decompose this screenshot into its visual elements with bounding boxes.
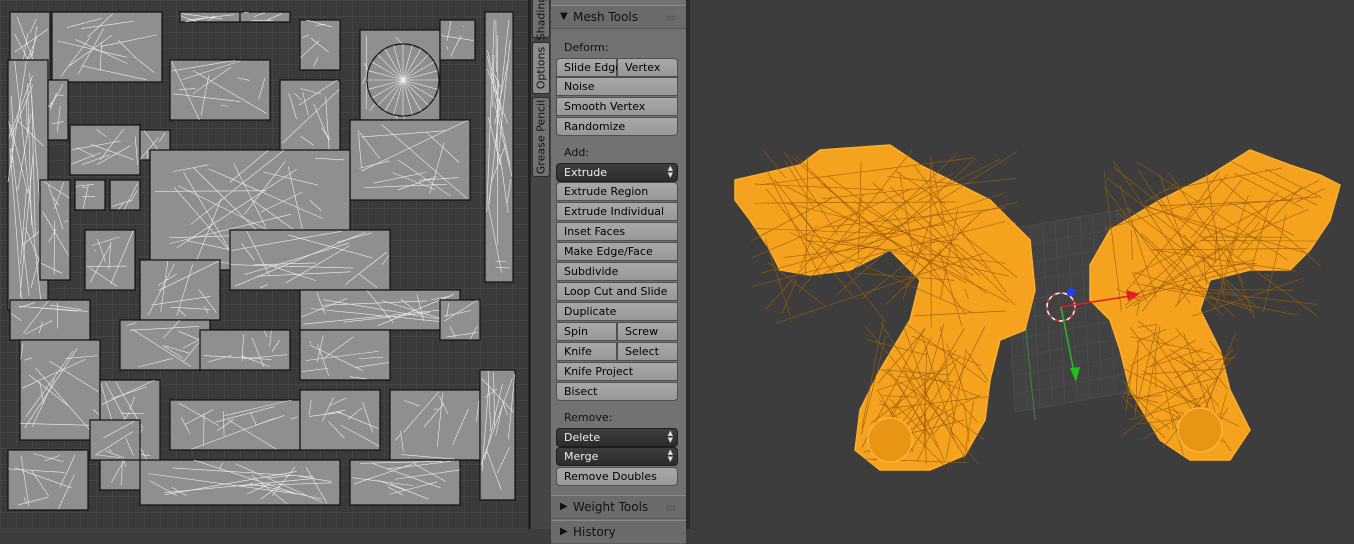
triangle-right-icon: ▶ — [560, 526, 568, 537]
history-title: History — [573, 525, 616, 539]
vertex-slide-button[interactable]: Vertex — [617, 58, 678, 77]
tool-tab-strip: Shading Options Grease Pencil — [531, 0, 552, 529]
tab-grease-pencil[interactable]: Grease Pencil — [532, 97, 550, 177]
tab-grease-pencil-label: Grease Pencil — [535, 100, 548, 174]
mesh-tools-header[interactable]: ▼ Mesh Tools — [551, 5, 686, 29]
uv-island-layout[interactable] — [0, 0, 528, 529]
remove-doubles-button[interactable]: Remove Doubles — [556, 467, 678, 486]
extrude-dropdown-value: Extrude — [564, 166, 607, 179]
screw-button[interactable]: Screw — [617, 322, 678, 341]
loop-cut-and-slide-button[interactable]: Loop Cut and Slide — [556, 282, 678, 301]
merge-dropdown-value: Merge — [564, 450, 598, 463]
triangle-right-icon: ▶ — [560, 501, 568, 512]
randomize-button[interactable]: Randomize — [556, 117, 678, 136]
smooth-vertex-button[interactable]: Smooth Vertex — [556, 97, 678, 116]
knife-project-button[interactable]: Knife Project — [556, 362, 678, 381]
remove-label: Remove: — [564, 411, 612, 424]
updown-arrows-icon: ▲▼ — [668, 165, 673, 179]
grip-icon[interactable] — [666, 15, 676, 21]
history-header[interactable]: ▶ History — [551, 520, 686, 544]
extrude-dropdown[interactable]: Extrude ▲▼ — [556, 163, 678, 182]
add-label: Add: — [564, 146, 589, 159]
updown-arrows-icon: ▲▼ — [668, 430, 673, 444]
duplicate-button[interactable]: Duplicate — [556, 302, 678, 321]
3d-viewport[interactable] — [690, 0, 1354, 529]
extrude-region-button[interactable]: Extrude Region — [556, 182, 678, 201]
grip-icon[interactable] — [666, 505, 676, 511]
inset-faces-button[interactable]: Inset Faces — [556, 222, 678, 241]
uv-image-editor[interactable] — [0, 0, 528, 529]
slide-edge-button[interactable]: Slide Edge — [556, 58, 617, 77]
spin-button[interactable]: Spin — [556, 322, 617, 341]
delete-dropdown[interactable]: Delete ▲▼ — [556, 428, 678, 447]
tab-options-label: Options — [535, 47, 548, 89]
updown-arrows-icon: ▲▼ — [668, 449, 673, 463]
mesh-tools-title: Mesh Tools — [573, 10, 638, 24]
noise-button[interactable]: Noise — [556, 77, 678, 96]
make-edge-face-button[interactable]: Make Edge/Face — [556, 242, 678, 261]
merge-dropdown[interactable]: Merge ▲▼ — [556, 447, 678, 466]
knife-button[interactable]: Knife — [556, 342, 617, 361]
weight-tools-title: Weight Tools — [573, 500, 648, 514]
tab-shading-label: Shading — [535, 0, 548, 40]
extrude-individual-button[interactable]: Extrude Individual — [556, 202, 678, 221]
bisect-button[interactable]: Bisect — [556, 382, 678, 401]
tab-shading[interactable]: Shading — [532, 0, 550, 38]
tool-shelf-panel: ▼ Mesh Tools Deform: Slide Edge Vertex N… — [551, 0, 686, 529]
deform-label: Deform: — [564, 41, 609, 54]
z-axis-handle[interactable] — [1067, 288, 1075, 296]
delete-dropdown-value: Delete — [564, 431, 600, 444]
tab-options[interactable]: Options — [532, 42, 550, 94]
viewport-scene[interactable] — [690, 0, 1354, 529]
subdivide-button[interactable]: Subdivide — [556, 262, 678, 281]
weight-tools-header[interactable]: ▶ Weight Tools — [551, 495, 686, 519]
knife-select-button[interactable]: Select — [617, 342, 678, 361]
triangle-down-icon: ▼ — [560, 11, 568, 22]
